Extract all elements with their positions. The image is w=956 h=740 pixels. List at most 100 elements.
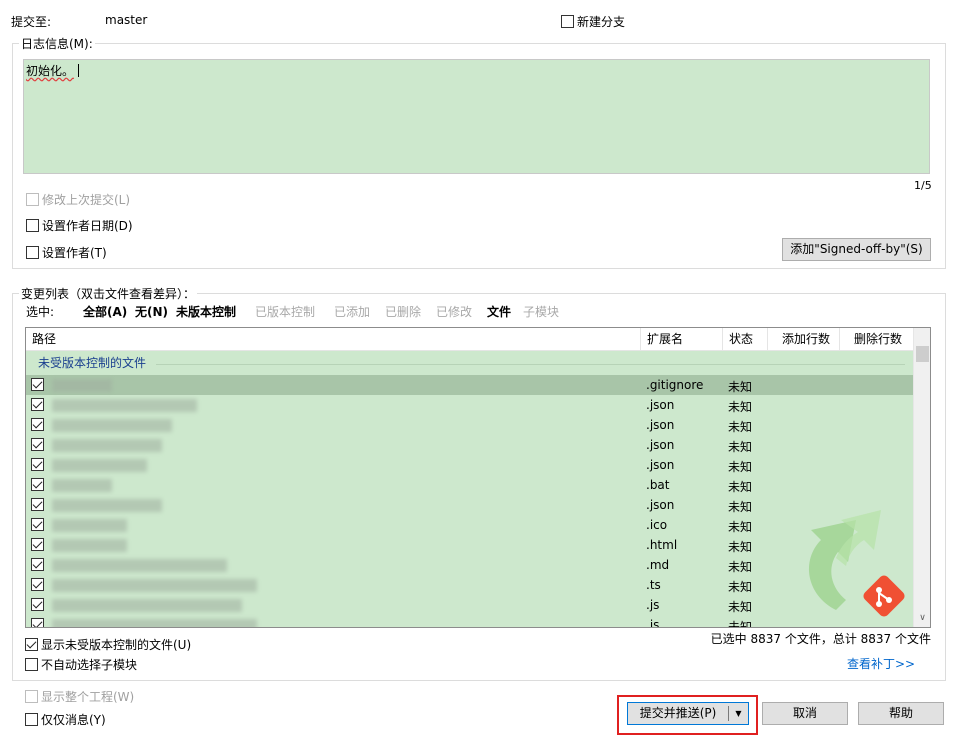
text-caret	[78, 64, 80, 77]
commit-push-split-button[interactable]: 提交并推送(P) ▼	[627, 702, 749, 725]
set-author-checkbox[interactable]: 设置作者(T)	[26, 244, 107, 261]
filter-deleted[interactable]: 已删除	[385, 303, 421, 320]
filter-files[interactable]: 文件	[487, 303, 511, 320]
row-status: 未知	[728, 520, 753, 534]
table-row[interactable]: .bat 未知	[26, 475, 913, 495]
table-row[interactable]: .js 未知	[26, 595, 913, 615]
row-checkbox[interactable]	[31, 378, 44, 391]
column-lines-added[interactable]: 添加行数	[768, 328, 840, 351]
filter-none[interactable]: 无(N)	[135, 303, 168, 320]
redacted-path	[52, 579, 257, 592]
commit-message-input[interactable]: 初始化。	[23, 59, 930, 174]
redacted-path	[52, 379, 112, 392]
table-row[interactable]: .json 未知	[26, 495, 913, 515]
table-row[interactable]: .gitignore 未知	[26, 375, 913, 395]
table-row[interactable]: .json 未知	[26, 435, 913, 455]
row-extension: .md	[646, 558, 670, 572]
row-extension: .json	[646, 458, 675, 472]
row-checkbox[interactable]	[31, 418, 44, 431]
filter-versioned[interactable]: 已版本控制	[255, 303, 315, 320]
row-status: 未知	[728, 420, 753, 434]
column-status[interactable]: 状态	[723, 328, 768, 351]
row-checkbox[interactable]	[31, 538, 44, 551]
row-checkbox[interactable]	[31, 578, 44, 591]
show-unversioned-checkbox[interactable]: 显示未受版本控制的文件(U)	[25, 636, 191, 653]
filter-added[interactable]: 已添加	[334, 303, 370, 320]
row-checkbox[interactable]	[31, 618, 44, 627]
redacted-path	[52, 439, 162, 452]
new-branch-checkbox[interactable]: 新建分支	[561, 13, 625, 30]
checkbox-icon	[25, 713, 38, 726]
column-path[interactable]: 路径	[26, 328, 641, 351]
table-row[interactable]: .ico 未知	[26, 515, 913, 535]
row-extension: .gitignore	[646, 378, 704, 392]
message-only-checkbox[interactable]: 仅仅消息(Y)	[25, 711, 106, 728]
row-checkbox[interactable]	[31, 498, 44, 511]
tortoisegit-logo-icon	[809, 510, 905, 617]
row-checkbox[interactable]	[31, 438, 44, 451]
row-status: 未知	[728, 400, 753, 414]
commit-push-button[interactable]: 提交并推送(P)	[628, 703, 728, 724]
checkbox-icon	[25, 658, 38, 671]
row-status: 未知	[728, 500, 753, 514]
table-row[interactable]: .html 未知	[26, 535, 913, 555]
list-header: 路径 扩展名 状态 添加行数 删除行数	[26, 328, 913, 351]
checkbox-icon	[26, 246, 39, 259]
redacted-path	[52, 519, 127, 532]
row-extension: .js	[646, 598, 660, 612]
row-extension: .json	[646, 418, 675, 432]
filter-unversioned[interactable]: 未版本控制	[176, 303, 236, 320]
row-checkbox[interactable]	[31, 598, 44, 611]
column-lines-deleted[interactable]: 删除行数	[840, 328, 913, 351]
redacted-path	[52, 399, 197, 412]
row-extension: .js	[646, 618, 660, 628]
row-extension: .json	[646, 438, 675, 452]
redacted-path	[52, 499, 162, 512]
show-whole-project-checkbox[interactable]: 显示整个工程(W)	[25, 688, 134, 705]
commit-to-label: 提交至:	[11, 15, 52, 29]
filter-all[interactable]: 全部(A)	[83, 303, 127, 320]
redacted-path	[52, 559, 227, 572]
row-checkbox[interactable]	[31, 458, 44, 471]
set-author-date-checkbox[interactable]: 设置作者日期(D)	[26, 217, 133, 234]
row-checkbox[interactable]	[31, 558, 44, 571]
redacted-path	[52, 479, 112, 492]
row-extension: .json	[646, 398, 675, 412]
row-status: 未知	[728, 560, 753, 574]
row-checkbox[interactable]	[31, 398, 44, 411]
dropdown-arrow-icon[interactable]: ▼	[729, 703, 748, 724]
redacted-path	[52, 419, 172, 432]
list-scrollbar[interactable]: ∨	[913, 328, 930, 627]
filter-submodules[interactable]: 子模块	[523, 303, 559, 320]
selection-summary: 已选中 8837 个文件，总计 8837 个文件	[710, 632, 931, 646]
redacted-path	[52, 539, 127, 552]
checkbox-icon	[561, 15, 574, 28]
row-checkbox[interactable]	[31, 518, 44, 531]
table-row[interactable]: .js 未知	[26, 615, 913, 628]
unversioned-group-header: 未受版本控制的文件	[26, 352, 913, 374]
cancel-button[interactable]: 取消	[762, 702, 848, 725]
table-row[interactable]: .md 未知	[26, 555, 913, 575]
amend-checkbox[interactable]: 修改上次提交(L)	[26, 191, 130, 208]
row-status: 未知	[728, 460, 753, 474]
table-row[interactable]: .json 未知	[26, 455, 913, 475]
row-checkbox[interactable]	[31, 478, 44, 491]
file-list[interactable]: 路径 扩展名 状态 添加行数 删除行数 未受版本控制的文件 .gitignore…	[25, 327, 931, 628]
scroll-down-icon[interactable]: ∨	[914, 610, 930, 627]
row-status: 未知	[728, 540, 753, 554]
signed-off-by-button[interactable]: 添加"Signed-off-by"(S)	[782, 238, 931, 261]
help-button[interactable]: 帮助	[858, 702, 944, 725]
row-extension: .ts	[646, 578, 661, 592]
scrollbar-thumb[interactable]	[916, 346, 929, 362]
table-row[interactable]: .ts 未知	[26, 575, 913, 595]
row-status: 未知	[728, 620, 753, 628]
view-patch-link[interactable]: 查看补丁>>	[847, 655, 915, 672]
checkbox-icon	[25, 690, 38, 703]
checkbox-icon	[26, 219, 39, 232]
table-row[interactable]: .json 未知	[26, 415, 913, 435]
filter-modified[interactable]: 已修改	[436, 303, 472, 320]
redacted-path	[52, 599, 242, 612]
column-extension[interactable]: 扩展名	[641, 328, 723, 351]
no-auto-submodule-checkbox[interactable]: 不自动选择子模块	[25, 656, 137, 673]
table-row[interactable]: .json 未知	[26, 395, 913, 415]
